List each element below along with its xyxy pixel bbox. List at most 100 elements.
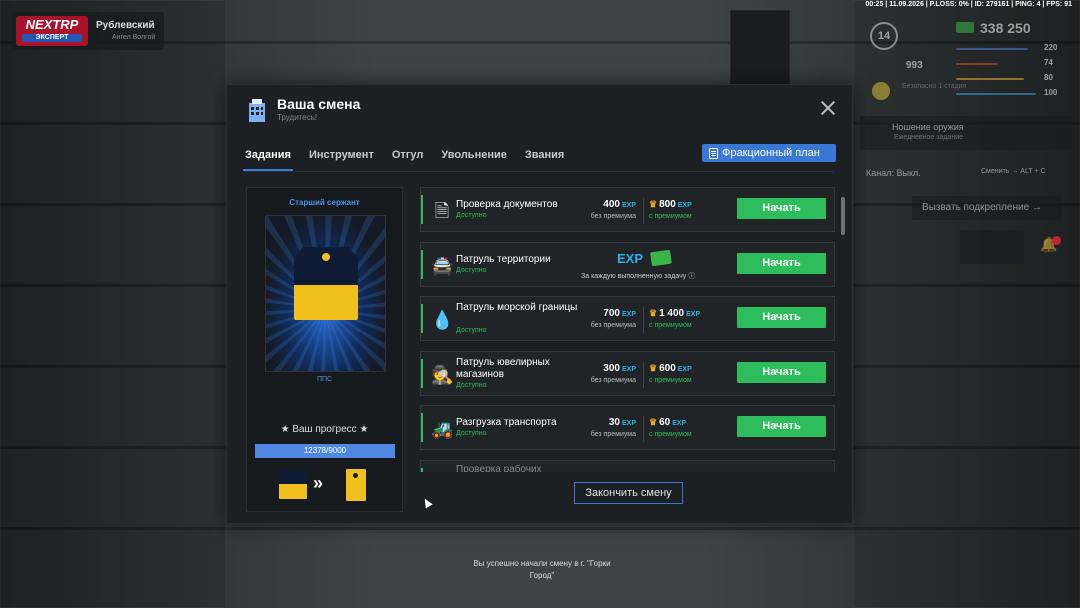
base-reward-value: 300 xyxy=(603,363,620,374)
clipboard-icon xyxy=(709,148,718,159)
close-icon[interactable] xyxy=(819,99,837,117)
divider xyxy=(643,198,644,224)
start-task-button[interactable]: Начать xyxy=(737,198,826,219)
crown-icon: ♛ xyxy=(649,417,658,427)
brand-tag: ЭКСПЕРТ xyxy=(22,34,82,42)
task-list[interactable]: 🗎 Проверка документов Доступно 400 EXP бе… xyxy=(420,187,835,472)
stat-bar xyxy=(956,78,1024,80)
base-reward: 400 EXP xyxy=(586,199,636,210)
task-name: Патруль территории xyxy=(456,254,551,265)
hunger-status: Безопасно 1 стадия xyxy=(902,83,967,90)
tag-hole xyxy=(322,253,330,261)
current-rank-stripe xyxy=(279,484,307,499)
stat-bar xyxy=(956,48,1028,50)
available-indicator xyxy=(421,195,423,224)
base-reward: 30 EXP xyxy=(586,417,636,428)
task-row: 🕵 Патруль ювелирных магазинов Доступно 3… xyxy=(420,351,835,396)
shift-started-toast: Вы успешно начали смену в г. "Горки Горо… xyxy=(473,559,611,580)
brand-badge: NEXTRP ЭКСПЕРТ xyxy=(16,16,88,46)
task-status: Доступно xyxy=(456,382,487,389)
divider xyxy=(643,416,644,442)
call-backup-button[interactable]: Вызвать подкрепление → xyxy=(912,196,1062,220)
exp-unit: EXP xyxy=(677,366,692,373)
calendar-widget[interactable] xyxy=(960,230,1024,264)
tag-stripe xyxy=(294,285,358,320)
finish-shift-button[interactable]: Закончить смену xyxy=(574,482,683,504)
document-icon: 🗎 xyxy=(434,201,450,221)
premium-reward-label: с премиумом xyxy=(649,431,692,438)
base-reward-label: без премиума xyxy=(590,213,636,220)
next-rank-icon xyxy=(345,468,367,502)
forklift-icon: 🚜 xyxy=(431,419,454,439)
building-icon xyxy=(249,99,265,122)
modal-title: Ваша смена xyxy=(277,96,361,112)
task-status: Доступно xyxy=(456,212,487,219)
faction-plan-button[interactable]: Фракционный план xyxy=(702,144,836,162)
tab-tools[interactable]: Инструмент xyxy=(309,149,374,171)
radio-channel: Канал: Выкл. xyxy=(866,168,921,178)
task-status: Доступно xyxy=(456,327,487,334)
exp-unit: EXP xyxy=(677,202,692,209)
tab-bar: Задания Инструмент Отгул Увольнение Зван… xyxy=(243,149,582,171)
notification-badge xyxy=(1052,236,1061,245)
task-name: Разгрузка транспорта xyxy=(456,417,557,428)
exp-badge: EXP xyxy=(617,251,644,266)
tabs-divider xyxy=(245,171,834,172)
bg-door xyxy=(730,10,790,90)
task-name: Проверка рабочих xyxy=(456,464,542,472)
start-task-button[interactable]: Начать xyxy=(737,416,826,437)
radio-hint: Сменить → ALT + C xyxy=(981,168,1046,175)
stat-value: 74 xyxy=(1044,58,1053,67)
next-rank-hole xyxy=(353,473,358,478)
status-bar: 00:25 | 11.09.2026 | P.LOSS: 0% | ID: 27… xyxy=(865,1,1072,8)
faction-plan-label: Фракционный план xyxy=(722,147,820,159)
skull-icon xyxy=(872,82,890,100)
available-indicator xyxy=(421,250,423,279)
available-indicator xyxy=(421,468,423,472)
tab-tasks[interactable]: Задания xyxy=(243,149,293,171)
cash-icon xyxy=(650,249,672,267)
premium-reward-value: 600 xyxy=(659,363,676,374)
base-reward: 300 EXP xyxy=(586,363,636,374)
health-value: 993 xyxy=(906,60,923,71)
rank-card: Старший сержант ППС ★ Ваш прогресс ★ 123… xyxy=(246,187,403,512)
progress-bar: 12378/9000 xyxy=(255,444,395,458)
start-task-button[interactable]: Начать xyxy=(737,307,826,328)
start-task-button[interactable]: Начать xyxy=(737,362,826,383)
server-logo: NEXTRP ЭКСПЕРТ Рублевский Ангел Волгой xyxy=(12,12,164,50)
money-value: 338 250 xyxy=(980,20,1031,36)
premium-reward: ♛ 60 EXP xyxy=(649,417,686,428)
task-row: 🚜 Разгрузка транспорта Доступно 30 EXP бе… xyxy=(420,405,835,450)
start-task-button[interactable]: Начать xyxy=(737,253,826,274)
rank-insignia-box xyxy=(265,215,386,372)
tab-leave[interactable]: Отгул xyxy=(392,149,424,171)
car-icon: 🚔 xyxy=(431,256,454,276)
available-indicator xyxy=(421,413,423,442)
level-badge: 14 xyxy=(870,22,898,50)
rank-tag-icon xyxy=(294,247,358,320)
stat-value: 80 xyxy=(1044,73,1053,82)
task-status: Доступно xyxy=(456,430,487,437)
rank-unit: ППС xyxy=(316,376,333,383)
premium-reward: ♛ 800 EXP xyxy=(649,199,692,210)
premium-reward-value: 60 xyxy=(659,417,671,428)
base-reward: 700 EXP xyxy=(586,308,636,319)
player-hud: 14 338 250 993 Безопасно 1 стадия 220 74… xyxy=(862,14,1074,106)
base-reward-label: без премиума xyxy=(590,322,636,329)
tab-dismissal[interactable]: Увольнение xyxy=(441,149,507,171)
base-reward-value: 30 xyxy=(608,417,620,428)
stat-bar xyxy=(956,93,1036,95)
tab-ranks[interactable]: Звания xyxy=(525,149,564,171)
base-reward-value: 400 xyxy=(603,199,620,210)
shift-modal: Ваша смена Трудитесь! Задания Инструмент… xyxy=(226,84,853,524)
stat-bar xyxy=(956,63,998,65)
task-list-scrollbar[interactable] xyxy=(841,197,845,235)
double-chevron-icon: » xyxy=(313,473,324,493)
task-row: 🗎 Проверка документов Доступно 400 EXP бе… xyxy=(420,187,835,232)
exp-unit: EXP xyxy=(672,420,687,427)
progress-text: 12378/9000 xyxy=(303,446,347,455)
daily-task-sub: Ежедневное задание xyxy=(894,134,963,141)
task-row: 💧 Патруль морской границы Доступно 700 EX… xyxy=(420,296,835,341)
stat-value: 100 xyxy=(1044,88,1058,97)
exp-unit: EXP xyxy=(621,202,636,209)
